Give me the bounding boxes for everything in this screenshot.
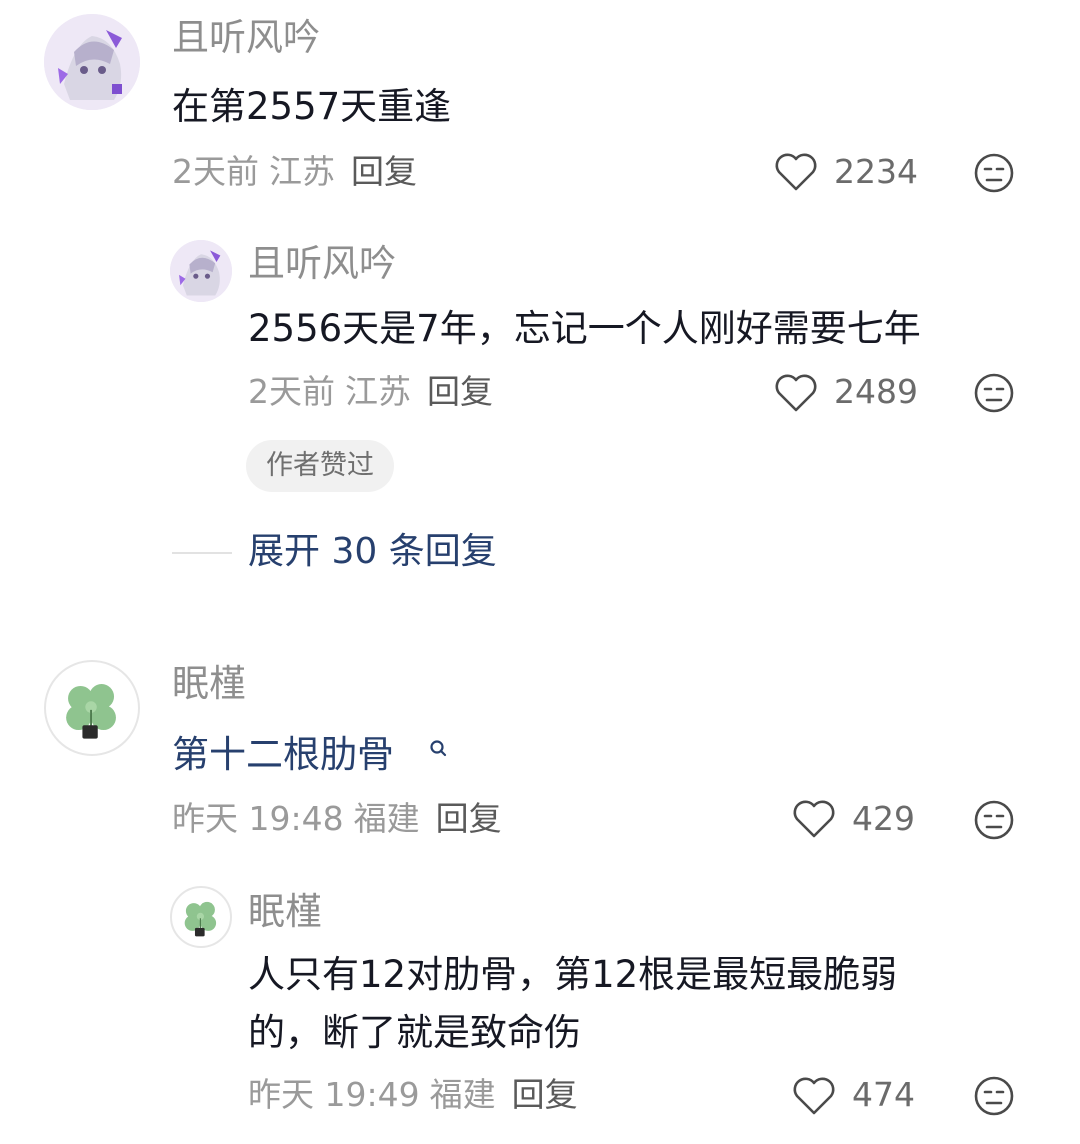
- reply-username[interactable]: 且听风吟: [248, 242, 396, 286]
- comment-text-link[interactable]: 第十二根肋骨: [172, 724, 394, 786]
- reply-text-line: 的，断了就是致命伤: [248, 1011, 581, 1054]
- heart-outline-icon[interactable]: [792, 799, 836, 839]
- reply-time: 2天前: [248, 372, 335, 411]
- comment-meta: 2天前 江苏 回复: [172, 152, 417, 192]
- avatar[interactable]: [170, 886, 232, 948]
- reply-username[interactable]: 眠槿: [248, 890, 322, 934]
- reply-button[interactable]: 回复: [427, 372, 493, 411]
- author-liked-badge: 作者赞过: [246, 440, 394, 492]
- comment-text: 在第2557天重逢: [172, 85, 452, 128]
- comment-text[interactable]: 第十二根肋骨: [172, 733, 394, 776]
- comment-time: 昨天 19:48: [172, 799, 344, 838]
- like-count: 429: [852, 799, 915, 838]
- heart-outline-icon[interactable]: [774, 152, 818, 192]
- heart-outline-icon[interactable]: [774, 373, 818, 413]
- comment-username[interactable]: 且听风吟: [172, 16, 320, 60]
- reply-button[interactable]: 回复: [436, 799, 502, 838]
- comment-location: 福建: [353, 799, 420, 838]
- comment-location: 江苏: [269, 152, 335, 191]
- unamused-face-icon[interactable]: [973, 152, 1015, 194]
- reply-meta: 2天前 江苏 回复: [248, 372, 493, 412]
- reply-meta: 昨天 19:49 福建 回复: [248, 1075, 578, 1115]
- reply-text-line: 人只有12对肋骨，第12根是最短最脆弱: [248, 953, 898, 996]
- comment-meta: 昨天 19:48 福建 回复: [172, 799, 502, 839]
- like-count: 2234: [834, 152, 918, 191]
- avatar[interactable]: [44, 14, 140, 110]
- heart-outline-icon[interactable]: [792, 1076, 836, 1116]
- reply-location: 福建: [429, 1075, 496, 1114]
- comment-list: 且听风吟 在第2557天重逢 2天前 江苏 回复 2234 且听风吟 2556天是7…: [0, 0, 1080, 1144]
- comment-time: 2天前: [172, 152, 259, 191]
- reply-time: 昨天 19:49: [248, 1075, 420, 1114]
- reply-location: 江苏: [345, 372, 411, 411]
- expand-divider: [172, 552, 232, 554]
- like-count: 2489: [834, 372, 918, 411]
- avatar[interactable]: [44, 660, 140, 756]
- expand-replies-button[interactable]: 展开 30 条回复: [248, 530, 497, 574]
- unamused-face-icon[interactable]: [973, 799, 1015, 841]
- reply-text: 2556天是7年，忘记一个人刚好需要七年: [248, 307, 921, 350]
- unamused-face-icon[interactable]: [973, 372, 1015, 414]
- unamused-face-icon[interactable]: [973, 1075, 1015, 1117]
- like-count: 474: [852, 1075, 915, 1114]
- comment-username[interactable]: 眠槿: [172, 662, 246, 706]
- reply-button[interactable]: 回复: [351, 152, 417, 191]
- avatar[interactable]: [170, 240, 232, 302]
- search-icon[interactable]: [428, 738, 448, 760]
- reply-button[interactable]: 回复: [512, 1075, 578, 1114]
